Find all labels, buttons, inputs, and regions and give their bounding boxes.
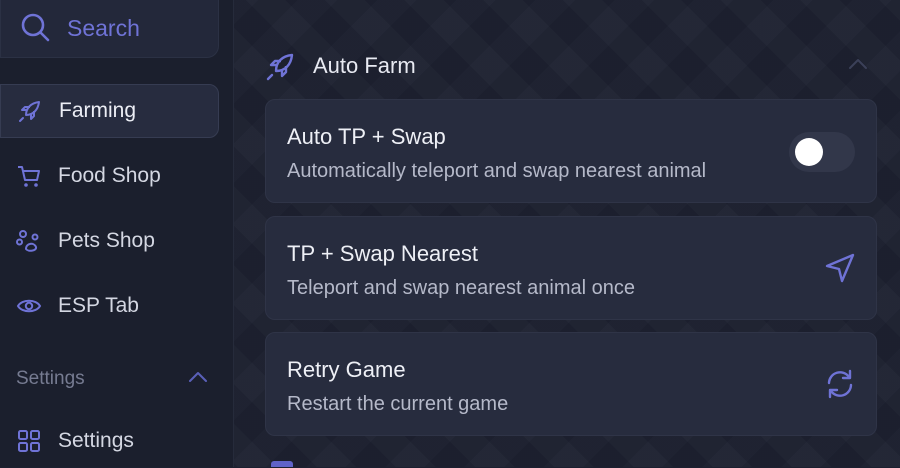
sidebar-item-pets-shop[interactable]: Pets Shop (0, 214, 219, 268)
card-description: Teleport and swap nearest animal once (287, 277, 635, 299)
chevron-up-icon[interactable] (847, 57, 869, 71)
sidebar-item-esp-tab[interactable]: ESP Tab (0, 279, 219, 333)
card-title: TP + Swap Nearest (287, 241, 478, 266)
send-icon[interactable] (823, 251, 857, 285)
next-section-icon (271, 461, 293, 467)
sidebar-item-label: ESP Tab (58, 294, 139, 317)
sidebar-item-farming[interactable]: Farming (0, 84, 219, 138)
toggle-knob (795, 138, 823, 166)
chevron-up-icon[interactable] (187, 369, 209, 385)
rocket-icon (19, 101, 40, 122)
rocket-icon (266, 53, 294, 81)
cart-icon (18, 166, 40, 187)
sidebar-item-food-shop[interactable]: Food Shop (0, 149, 219, 203)
search-box[interactable]: Search (0, 0, 219, 58)
sidebar: Search Farming Food Shop Pets Shop ESP T… (0, 0, 234, 467)
section-label-settings: Settings (16, 368, 85, 389)
section-title: Auto Farm (313, 53, 416, 78)
sidebar-item-label: Pets Shop (58, 229, 155, 252)
card-description: Restart the current game (287, 393, 509, 415)
card-title: Auto TP + Swap (287, 124, 446, 149)
card-description: Automatically teleport and swap nearest … (287, 160, 707, 182)
sidebar-item-label: Farming (59, 99, 137, 122)
sidebar-item-settings[interactable]: Settings (0, 414, 219, 468)
card-retry-game[interactable]: Retry Game Restart the current game (265, 332, 877, 436)
card-tp-swap-nearest[interactable]: TP + Swap Nearest Teleport and swap near… (265, 216, 877, 320)
card-title: Retry Game (287, 357, 406, 382)
eye-icon (16, 299, 42, 313)
auto-tp-swap-toggle[interactable] (789, 132, 855, 172)
search-icon (21, 13, 50, 42)
card-auto-tp-swap: Auto TP + Swap Automatically teleport an… (265, 99, 877, 203)
refresh-icon[interactable] (823, 367, 857, 401)
grid-icon (18, 430, 40, 452)
sidebar-item-label: Food Shop (58, 164, 161, 187)
paw-icon (16, 230, 39, 252)
search-label: Search (67, 15, 140, 41)
sidebar-item-label: Settings (58, 429, 134, 452)
